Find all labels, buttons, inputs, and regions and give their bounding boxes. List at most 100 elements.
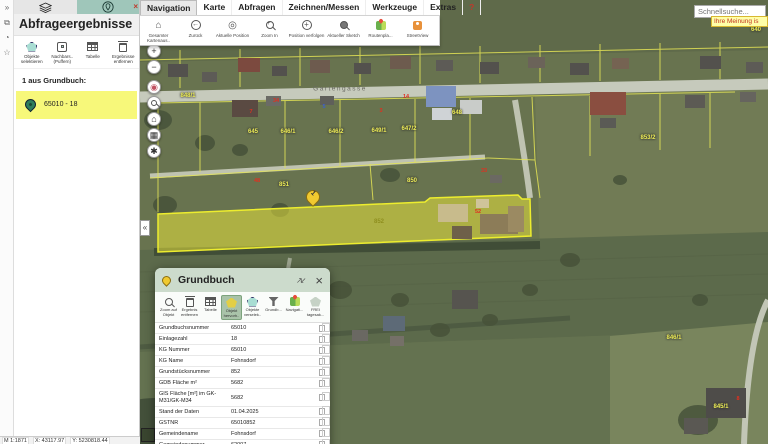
menu-tab-zeichnen-messen[interactable]: Zeichnen/Messen: [283, 0, 367, 15]
map-label: 640: [751, 27, 761, 33]
streetview-button[interactable]: StreetView: [399, 16, 436, 45]
filter-icon: [269, 297, 279, 306]
copy-icon[interactable]: [319, 430, 325, 437]
table-button[interactable]: Tabelle: [79, 40, 107, 65]
zoom-selection-button[interactable]: [147, 96, 161, 110]
magnifier-icon: [151, 100, 157, 106]
copy-icon[interactable]: [319, 336, 325, 343]
map-label: 645: [248, 129, 258, 135]
close-panel-icon[interactable]: ×: [133, 0, 138, 13]
result-count: 1 aus Grundbuch:: [14, 69, 139, 89]
highlight-object-button[interactable]: Objekt hervorh..: [221, 295, 242, 320]
home-extent-button[interactable]: ⌂: [147, 112, 161, 126]
zoom-in-tool-button[interactable]: Zoom In: [251, 16, 288, 45]
coordinate-x: X: 43117.97: [33, 437, 66, 444]
favorites-star-icon[interactable]: ☆: [0, 45, 14, 60]
expand-panel-icon[interactable]: »: [0, 0, 14, 15]
attribute-row: KG Name Fohnsdorf: [155, 356, 330, 367]
menu-tab-karte[interactable]: Karte: [197, 0, 232, 15]
copy-page-icon[interactable]: ⧉: [0, 15, 14, 30]
attribute-value: 852: [231, 369, 319, 375]
map-label: 5: [322, 104, 325, 110]
attribute-value: 65010: [231, 347, 319, 353]
remove-result-button[interactable]: Ergebnis entfernen: [179, 295, 200, 320]
attribute-row: Gemeindename Fohnsdorf: [155, 429, 330, 440]
history-icon[interactable]: ◔: [0, 30, 14, 45]
current-position-button[interactable]: ◎ Aktuelle Position: [214, 16, 251, 45]
status-bar: M 1:1871 X: 43117.97 Y: 5230818.44: [0, 436, 140, 444]
full-extent-button[interactable]: ⌂ Gesamter Kartenaus..: [140, 16, 177, 45]
route-planner-button[interactable]: Routenpla...: [362, 16, 399, 45]
popup-pin-icon: [160, 274, 173, 287]
map-label: 52: [475, 209, 481, 215]
buffer-button[interactable]: Nachbars.. (Puffern): [49, 40, 77, 65]
settings-button[interactable]: ✱: [147, 144, 161, 158]
menu-tab-werkzeuge[interactable]: Werkzeuge: [366, 0, 424, 15]
close-icon[interactable]: ×: [315, 274, 323, 287]
attribute-row: Gemeindenummer 62007: [155, 440, 330, 444]
menu-tab-navigation[interactable]: Navigation: [140, 0, 197, 15]
current-sketch-button[interactable]: Aktueller Sketch: [325, 16, 362, 45]
navigation-button[interactable]: Navigati...: [284, 295, 305, 320]
map-label: 646/1: [280, 129, 295, 135]
quick-search: [694, 1, 766, 14]
main-menu: Navigation Karte Abfragen Zeichnen/Messe…: [140, 0, 440, 16]
popup-header[interactable]: Grundbuch ↗↙ ×: [155, 268, 330, 292]
menu-tab-abfragen[interactable]: Abfragen: [232, 0, 282, 15]
table-view-button[interactable]: Tabelle: [200, 295, 221, 320]
map-label: 34: [273, 98, 279, 104]
map-label: 850: [407, 178, 417, 184]
frei-button[interactable]: FREI tagesak...: [305, 295, 326, 320]
copy-icon[interactable]: [319, 408, 325, 415]
home-icon: ⌂: [155, 20, 161, 31]
basemap-button[interactable]: ▦: [147, 128, 161, 142]
back-button[interactable]: ← Zurück: [177, 16, 214, 45]
attribute-value: Fohnsdorf: [231, 431, 319, 437]
map-label: 7: [249, 109, 252, 115]
result-marker-pin[interactable]: 1: [306, 190, 322, 210]
zoom-out-button[interactable]: −: [147, 60, 161, 74]
attribute-row: KG Nummer 65010: [155, 345, 330, 356]
copy-icon[interactable]: [319, 419, 325, 426]
attribute-row: GIS Fläche [m²] im GK-M31/GK-M34 5682: [155, 389, 330, 407]
copy-icon[interactable]: [319, 369, 325, 376]
attribute-label: GDB Fläche m²: [159, 380, 231, 387]
panel-title: Abfrageergebnisse: [14, 14, 139, 36]
map-label: Gartengasse: [313, 86, 367, 93]
streetview-icon: [413, 21, 422, 30]
map-label: 14: [403, 94, 409, 100]
expand-icon[interactable]: ↗↙: [296, 276, 303, 285]
copy-icon[interactable]: [319, 358, 325, 365]
locate-button[interactable]: ◉: [147, 80, 161, 94]
tab-results[interactable]: [77, 0, 140, 14]
map-label: 848/1: [180, 93, 195, 99]
zoom-to-object-button[interactable]: Zoom auf Objekt: [158, 295, 179, 320]
sidebar-collapse-handle[interactable]: «: [140, 220, 150, 236]
attribute-label: Grundstücksnummer: [159, 369, 231, 376]
attribute-value: 5682: [231, 395, 319, 401]
menu-tab-extras[interactable]: Extras: [424, 0, 463, 15]
copy-icon[interactable]: [319, 380, 325, 387]
attribute-label: Grundbuchsnummer: [159, 325, 231, 332]
select-objects-button[interactable]: Objekte selektieren: [18, 40, 46, 65]
magnifier-icon: [165, 298, 173, 306]
remove-results-button[interactable]: Ergebnisse entfernen: [110, 40, 138, 65]
attribute-row: Einlagezahl 18: [155, 334, 330, 345]
grundbuch-popup: Grundbuch ↗↙ × Zoom auf Objekt Ergebnis …: [155, 268, 330, 444]
trash-icon: [119, 43, 127, 52]
map-label: 851: [279, 182, 289, 188]
result-list-item[interactable]: 65010 - 18: [16, 91, 137, 119]
track-position-button[interactable]: + Position verfolgen: [288, 16, 325, 45]
select-objects-button[interactable]: Objekte verselek..: [242, 295, 263, 320]
select-polygon-icon: [247, 297, 258, 307]
overview-map-toggle[interactable]: [141, 428, 155, 442]
grundbuch-filter-button[interactable]: Grundb...: [263, 295, 284, 320]
copy-icon[interactable]: [319, 325, 325, 332]
menu-tab-help[interactable]: ?: [463, 0, 481, 15]
map-label: 845/1: [713, 404, 728, 410]
zoom-in-button[interactable]: +: [147, 44, 161, 58]
copy-icon[interactable]: [319, 347, 325, 354]
tab-layers[interactable]: [14, 0, 77, 14]
map-label: 3: [379, 108, 382, 114]
copy-icon[interactable]: [319, 394, 325, 401]
